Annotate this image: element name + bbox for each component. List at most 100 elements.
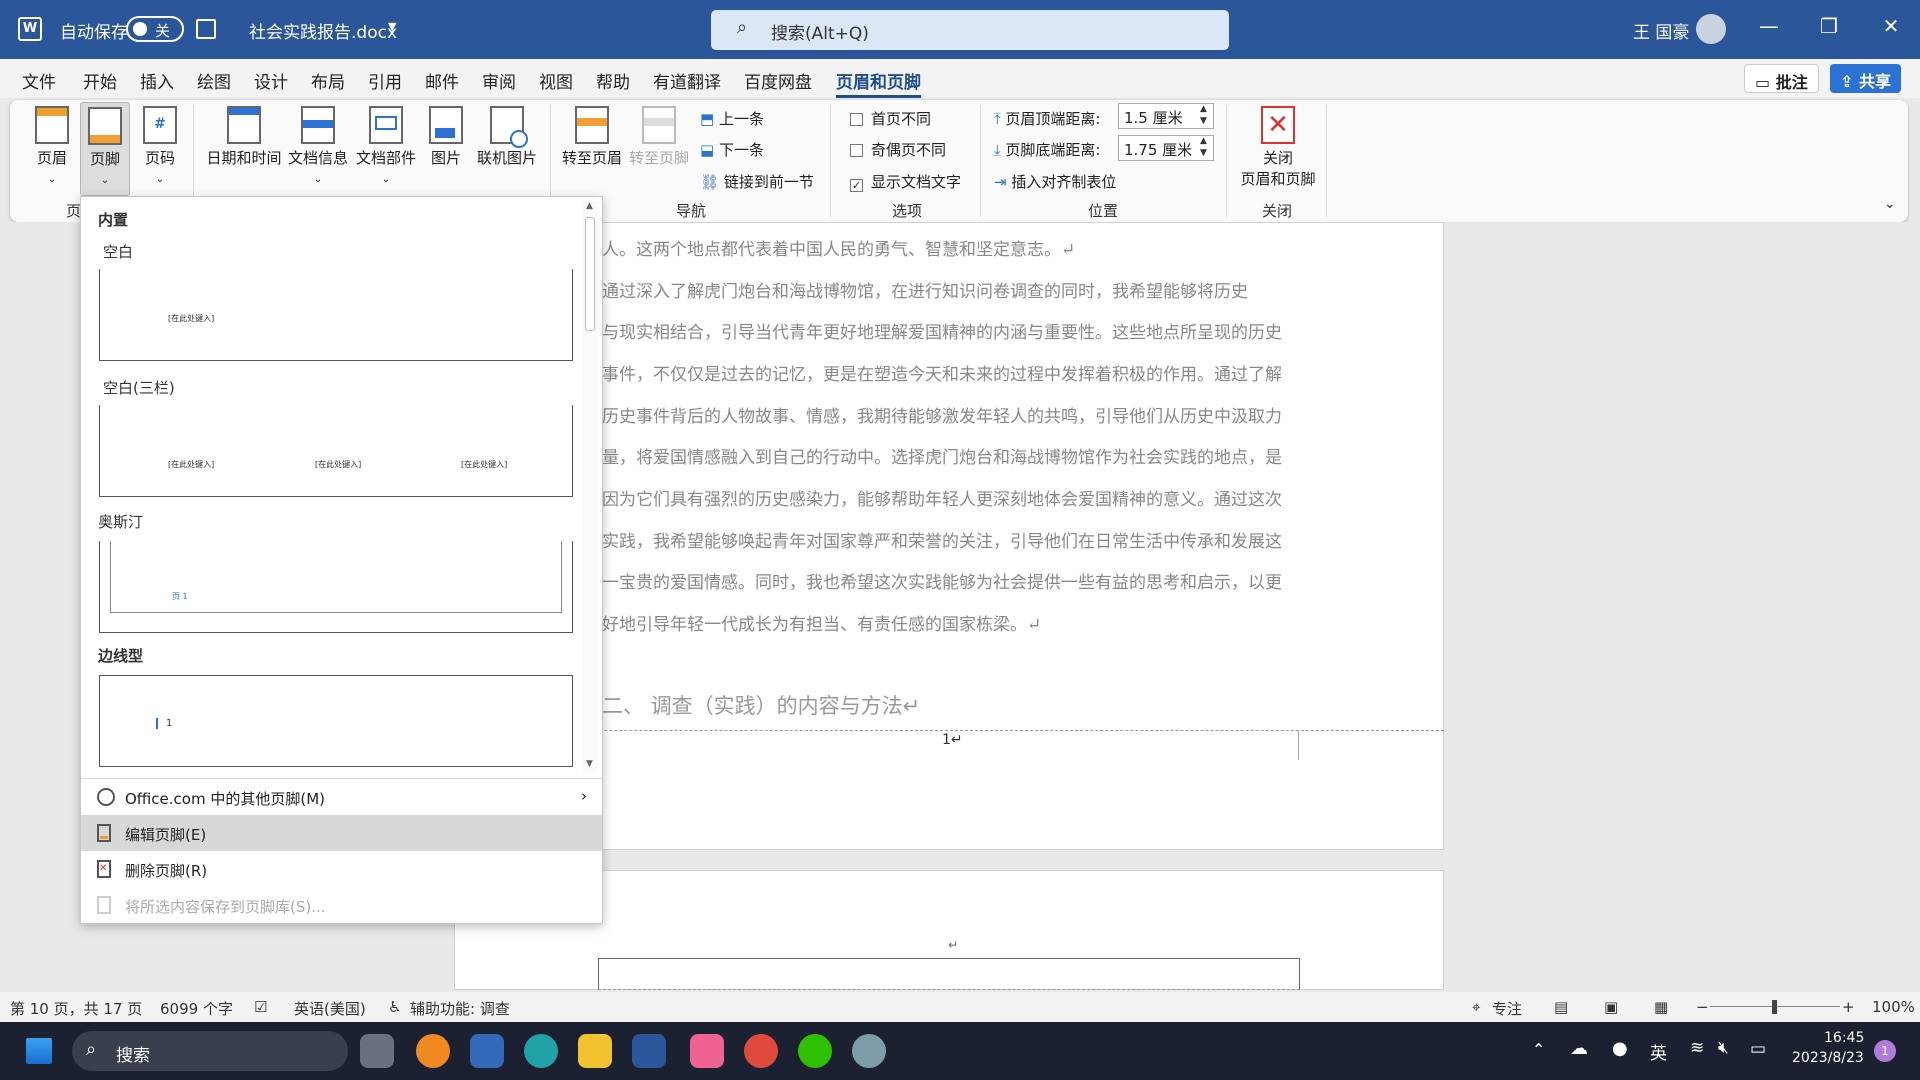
file-explorer-icon[interactable] bbox=[578, 1034, 612, 1068]
menu-references[interactable]: 引用 bbox=[368, 68, 402, 93]
menu-youdao[interactable]: 有道翻译 bbox=[653, 68, 721, 93]
focus-mode[interactable]: 专注 bbox=[1492, 998, 1522, 1019]
word-logo-icon[interactable]: W bbox=[18, 17, 42, 41]
user-name[interactable]: 王 国豪 bbox=[1633, 18, 1689, 43]
menu-review[interactable]: 审阅 bbox=[482, 68, 516, 93]
footer-button[interactable]: 页脚 ⌄ bbox=[80, 102, 130, 196]
footer-template-austin[interactable]: 页 1 bbox=[99, 541, 573, 633]
windows-start-icon[interactable] bbox=[26, 1038, 52, 1064]
zoom-thumb[interactable] bbox=[1772, 1000, 1777, 1014]
wechat-icon[interactable] bbox=[798, 1034, 832, 1068]
footer-template-sideline[interactable]: 1 bbox=[99, 675, 573, 767]
insert-align-tab-button[interactable]: ⇥ 插入对齐制表位 bbox=[994, 171, 1116, 192]
goto-footer-button[interactable]: 转至页脚 bbox=[626, 106, 692, 168]
footer-template-blank[interactable]: [在此处键入] bbox=[99, 269, 573, 361]
language[interactable]: 英语(美国) bbox=[294, 998, 366, 1019]
share-button[interactable]: ⇪ 共享 bbox=[1830, 64, 1901, 93]
spinner-icon[interactable]: ▲ ▼ bbox=[1200, 135, 1207, 159]
close-icon[interactable]: ✕ bbox=[1876, 14, 1906, 44]
proofing-icon[interactable]: ☑ bbox=[254, 998, 267, 1016]
web-layout-icon[interactable]: ▦ bbox=[1654, 998, 1668, 1016]
header-button[interactable]: 页眉 ⌄ bbox=[30, 106, 74, 186]
remove-footer-item[interactable]: ✕ 删除页脚(R) bbox=[81, 851, 602, 887]
scroll-up-icon[interactable]: ▲ bbox=[586, 201, 593, 211]
nav-group-label: 导航 bbox=[676, 202, 707, 220]
more-footers-online-item[interactable]: Office.com 中的其他页脚(M) › bbox=[81, 779, 602, 815]
tray-chevron-up-icon[interactable]: ⌃ bbox=[1532, 1040, 1545, 1059]
edge-browser-icon[interactable] bbox=[524, 1034, 558, 1068]
page-number-button[interactable]: # 页码 ⌄ bbox=[136, 106, 184, 186]
battery-icon[interactable]: ▭ bbox=[1750, 1039, 1766, 1059]
page-count[interactable]: 第 10 页，共 17 页 bbox=[10, 998, 142, 1019]
search-input[interactable]: ⌕ 搜索(Alt+Q) bbox=[711, 10, 1229, 50]
zoom-level[interactable]: 100% bbox=[1872, 998, 1915, 1016]
menu-layout[interactable]: 布局 bbox=[311, 68, 345, 93]
menu-help[interactable]: 帮助 bbox=[596, 68, 630, 93]
menu-file[interactable]: 文件 bbox=[22, 68, 56, 93]
avatar-app-icon[interactable] bbox=[852, 1034, 886, 1068]
read-mode-icon[interactable]: ▤ bbox=[1554, 998, 1568, 1016]
goto-footer-icon bbox=[642, 106, 676, 144]
zoom-in-icon[interactable]: + bbox=[1842, 998, 1855, 1016]
wifi-icon[interactable]: ≋ bbox=[1690, 1038, 1704, 1058]
date-time-button[interactable]: 日期和时间 bbox=[204, 106, 284, 168]
menu-mailings[interactable]: 邮件 bbox=[425, 68, 459, 93]
scroll-down-icon[interactable]: ▼ bbox=[586, 759, 593, 769]
close-header-footer-button[interactable]: ✕ 关闭 页眉和页脚 bbox=[1236, 106, 1320, 189]
menu-insert[interactable]: 插入 bbox=[140, 68, 174, 93]
clock-time[interactable]: 16:45 bbox=[1824, 1030, 1864, 1046]
accessibility-status[interactable]: 辅助功能: 调查 bbox=[410, 998, 510, 1019]
tab-header-footer[interactable]: 页眉和页脚 bbox=[836, 68, 921, 98]
menu-home[interactable]: 开始 bbox=[83, 68, 117, 93]
online-picture-button[interactable]: 联机图片 bbox=[474, 106, 540, 168]
ime-indicator[interactable]: 英 bbox=[1650, 1039, 1667, 1064]
picture-button[interactable]: 图片 bbox=[424, 106, 468, 168]
diff-first-page-checkbox[interactable]: 首页不同 bbox=[850, 108, 931, 129]
menu-draw[interactable]: 绘图 bbox=[197, 68, 231, 93]
taskbar-search[interactable]: ⌕ 搜索 bbox=[72, 1031, 348, 1071]
comment-button[interactable]: ▭ 批注 bbox=[1744, 64, 1819, 93]
chrome-icon[interactable] bbox=[744, 1034, 778, 1068]
autosave-toggle[interactable]: 关 bbox=[126, 16, 184, 42]
checkmark-icon: ✓ bbox=[850, 179, 863, 192]
doc-info-button[interactable]: 文档信息 ⌄ bbox=[286, 106, 350, 186]
scroll-thumb[interactable] bbox=[585, 217, 595, 331]
edit-footer-item[interactable]: 编辑页脚(E) bbox=[81, 815, 602, 851]
tray-app-icon[interactable]: ● bbox=[1612, 1038, 1628, 1059]
word-count[interactable]: 6099 个字 bbox=[160, 998, 233, 1019]
footer-template-three-column[interactable]: [在此处键入] [在此处键入] [在此处键入] bbox=[99, 405, 573, 497]
chevron-down-icon[interactable]: ▼ bbox=[388, 20, 396, 33]
diff-odd-even-checkbox[interactable]: 奇偶页不同 bbox=[850, 139, 946, 160]
doc-parts-button[interactable]: 文档部件 ⌄ bbox=[354, 106, 418, 186]
body-line: 通过深入了解虎门炮台和海战博物馆，在进行知识问卷调查的同时，我希望能够将历史 bbox=[602, 282, 1248, 302]
app-orange-icon[interactable] bbox=[416, 1034, 450, 1068]
spinner-icon[interactable]: ▲ ▼ bbox=[1200, 103, 1207, 127]
document-title[interactable]: 社会实践报告.docx bbox=[249, 18, 397, 43]
gallery-scrollbar[interactable]: ▲ ▼ bbox=[582, 201, 598, 773]
next-button[interactable]: ⬓ 下一条 bbox=[700, 139, 764, 160]
minimize-icon[interactable]: — bbox=[1754, 14, 1784, 44]
print-layout-icon[interactable]: ▣ bbox=[1604, 998, 1618, 1016]
previous-button[interactable]: ⬒ 上一条 bbox=[700, 108, 764, 129]
onedrive-icon[interactable]: ☁ bbox=[1570, 1038, 1588, 1059]
avatar[interactable] bbox=[1696, 14, 1726, 44]
menu-view[interactable]: 视图 bbox=[539, 68, 573, 93]
show-doc-text-checkbox[interactable]: ✓ 显示文档文字 bbox=[850, 171, 961, 192]
link-previous-button[interactable]: ⛓ 链接到前一节 bbox=[700, 171, 814, 192]
task-view-icon[interactable] bbox=[360, 1034, 394, 1068]
menu-design[interactable]: 设计 bbox=[254, 68, 288, 93]
restore-icon[interactable]: ❐ bbox=[1814, 14, 1844, 44]
dev-app-icon[interactable] bbox=[470, 1034, 504, 1068]
clock-date[interactable]: 2023/8/23 bbox=[1792, 1050, 1864, 1066]
bilibili-icon[interactable] bbox=[690, 1034, 724, 1068]
volume-icon[interactable]: 🔇︎ bbox=[1718, 1038, 1729, 1058]
word-app-icon[interactable] bbox=[632, 1034, 666, 1068]
footer-page-number[interactable]: 1↵ bbox=[942, 732, 963, 748]
menu-baidu[interactable]: 百度网盘 bbox=[744, 68, 812, 93]
notification-badge[interactable]: 1 bbox=[1874, 1040, 1896, 1062]
zoom-out-icon[interactable]: − bbox=[1696, 998, 1709, 1016]
save-to-gallery-item[interactable]: 将所选内容保存到页脚库(S)... bbox=[81, 887, 602, 923]
ribbon-collapse-icon[interactable]: ⌄ bbox=[1884, 196, 1896, 212]
goto-header-button[interactable]: 转至页眉 bbox=[558, 106, 626, 168]
save-icon[interactable] bbox=[196, 19, 216, 39]
